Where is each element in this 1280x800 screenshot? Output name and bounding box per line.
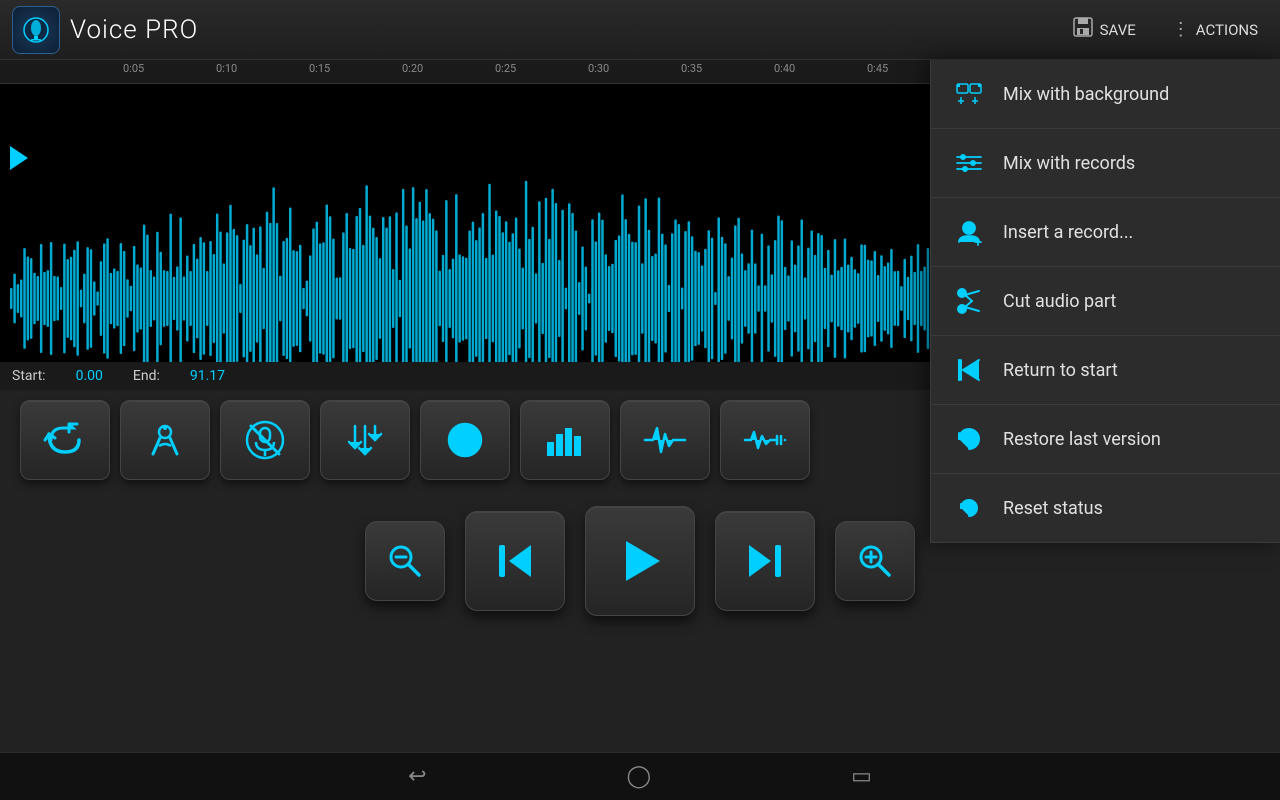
insert-rec-label: Insert a record... [1003,222,1133,243]
cut-audio-icon [951,283,987,319]
eq-button[interactable] [420,400,510,480]
actions-label: ACTIONS [1196,21,1258,39]
play-position-indicator [10,146,28,170]
reset-label: Reset status [1003,498,1103,519]
end-value: 91.17 [190,368,225,384]
skip-forward-button[interactable] [715,511,815,611]
timeline-mark-0: 0:05 [123,62,144,75]
insert-rec-icon [951,214,987,250]
context-menu: Mix with background Mix with records [930,60,1280,543]
menu-item-reset[interactable]: Reset status [931,474,1280,543]
app-logo [12,6,60,54]
timeline-mark-4: 0:25 [495,62,516,75]
menu-item-insert-rec[interactable]: Insert a record... [931,198,1280,267]
restore-label: Restore last version [1003,429,1161,450]
return-start-icon [951,352,987,388]
skip-back-button[interactable] [465,511,565,611]
timeline-mark-2: 0:15 [309,62,330,75]
cut-audio-label: Cut audio part [1003,291,1116,312]
timeline-mark-8: 0:45 [867,62,888,75]
menu-item-cut-audio[interactable]: Cut audio part [931,267,1280,336]
mix-bg-icon [951,76,987,112]
save-button[interactable]: SAVE [1062,10,1146,49]
mix-bg-label: Mix with background [1003,84,1169,105]
timeline-mark-5: 0:30 [588,62,609,75]
back-nav-button[interactable]: ↩ [408,764,426,789]
timeline-mark-6: 0:35 [681,62,702,75]
menu-item-restore[interactable]: Restore last version [931,405,1280,474]
noise-reduce-button[interactable] [320,400,410,480]
return-start-label: Return to start [1003,360,1118,381]
header: Voice PRO SAVE ⋮ ACTIONS [0,0,1280,60]
play-button[interactable] [585,506,695,616]
app-title: Voice PRO [70,15,1062,45]
mix-rec-label: Mix with records [1003,153,1135,174]
timeline-mark-3: 0:20 [402,62,423,75]
save-icon [1072,16,1094,43]
actions-button[interactable]: ⋮ ACTIONS [1162,13,1268,46]
restore-icon [951,421,987,457]
android-nav-bar: ↩ ◯ ▭ [0,752,1280,800]
reset-icon [951,490,987,526]
save-label: SAVE [1100,21,1136,39]
no-mic-button[interactable] [220,400,310,480]
envelope-button[interactable] [720,400,810,480]
trim-noise-button[interactable] [120,400,210,480]
start-value: 0.00 [76,368,103,384]
start-label: Start: [12,368,46,384]
mix-rec-icon [951,145,987,181]
waveform-fx-button[interactable] [620,400,710,480]
timeline-mark-1: 0:10 [216,62,237,75]
undo-button[interactable] [20,400,110,480]
timeline-mark-7: 0:40 [774,62,795,75]
end-label: End: [133,368,160,384]
header-actions: SAVE ⋮ ACTIONS [1062,10,1268,49]
menu-item-mix-bg[interactable]: Mix with background [931,60,1280,129]
menu-item-mix-rec[interactable]: Mix with records [931,129,1280,198]
zoom-in-button[interactable] [835,521,915,601]
more-icon: ⋮ [1172,19,1190,40]
zoom-out-button[interactable] [365,521,445,601]
recent-nav-button[interactable]: ▭ [851,764,872,789]
menu-item-return-start[interactable]: Return to start [931,336,1280,405]
home-nav-button[interactable]: ◯ [627,764,652,789]
blocks-button[interactable] [520,400,610,480]
